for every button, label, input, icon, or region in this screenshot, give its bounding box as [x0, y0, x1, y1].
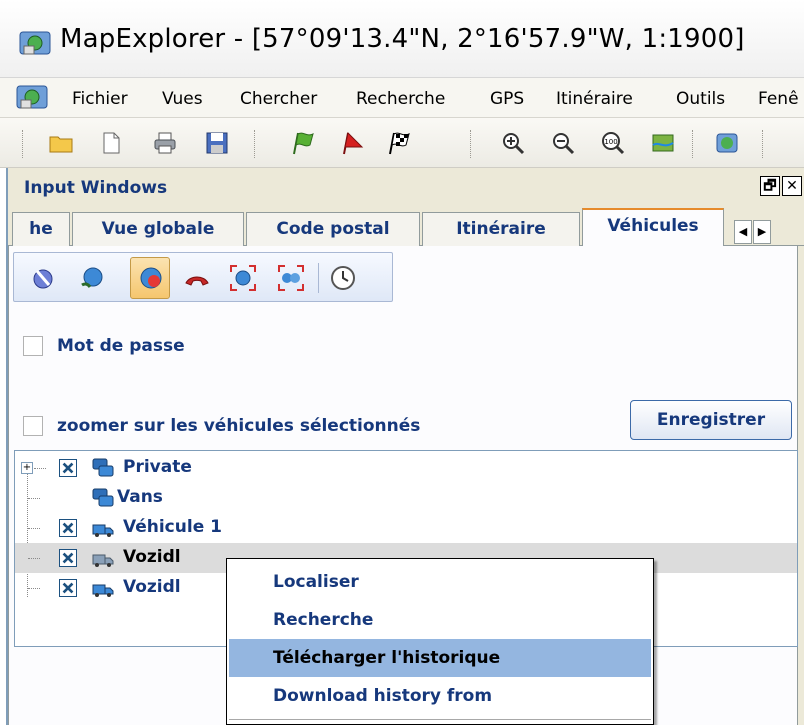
window-title: MapExplorer - [57°09'13.4"N, 2°16'57.9"W… [60, 24, 745, 54]
clock-icon[interactable] [328, 263, 358, 293]
tree-item-label: Vozidl [123, 547, 181, 567]
menu-vues[interactable]: Vues [162, 89, 203, 109]
red-flag-icon[interactable] [340, 130, 366, 156]
password-checkbox[interactable] [23, 336, 43, 356]
menu-item-download-history[interactable]: Télécharger l'historique [229, 639, 651, 677]
toolbar-grip [22, 130, 24, 158]
globe-user-icon[interactable] [136, 263, 166, 293]
menu-separator [229, 719, 651, 720]
tree-item-label: Vozidl [123, 577, 181, 597]
tree-row-private[interactable]: + Private [15, 453, 797, 483]
save-icon[interactable] [204, 130, 230, 156]
menu-chercher[interactable]: Chercher [240, 89, 317, 109]
menu-recherche[interactable]: Recherche [356, 89, 445, 109]
tree-connector [34, 468, 46, 469]
phone-satellite-icon[interactable] [76, 263, 106, 293]
green-flag-icon[interactable] [290, 130, 316, 156]
vehicle-toolbar [13, 252, 393, 302]
tree-connector [28, 528, 40, 529]
print-icon[interactable] [152, 130, 178, 156]
save-button[interactable]: Enregistrer [630, 400, 792, 440]
tree-connector [28, 558, 40, 559]
menu-gps[interactable]: GPS [490, 89, 524, 109]
tree-connector [28, 498, 40, 499]
menu-fenetre[interactable]: Fenê [758, 89, 799, 109]
tab-vue-globale[interactable]: Vue globale [72, 212, 244, 246]
expand-icon[interactable]: + [21, 462, 33, 474]
truck-icon [92, 554, 114, 567]
zoom-selected-checkbox[interactable] [23, 416, 43, 436]
menu-bar: Fichier Vues Chercher Recherche GPS Itin… [0, 78, 804, 118]
open-folder-icon[interactable] [48, 130, 74, 156]
svg-text:100: 100 [604, 138, 617, 146]
toolbar-separator [692, 130, 694, 158]
menu-item-recherche[interactable]: Recherche [229, 601, 651, 639]
main-toolbar: 100 [0, 118, 804, 168]
tree-connector [28, 588, 40, 589]
target-scan-icon[interactable] [228, 263, 258, 293]
toolbar-separator [470, 130, 472, 158]
vehicle-group-icon [92, 458, 114, 477]
menu-item-localiser[interactable]: Localiser [229, 563, 651, 601]
mapexplorer-app-icon [19, 31, 51, 55]
close-button[interactable]: ✕ [782, 176, 802, 196]
panel-header: Input Windows 🗗 ✕ [8, 168, 804, 204]
group-scan-icon[interactable] [276, 263, 306, 293]
tab-scroll-left-button[interactable]: ◀ [734, 220, 752, 244]
zoom-out-icon[interactable] [550, 130, 576, 156]
checked-box-icon[interactable] [59, 519, 77, 537]
vehicle-toolbar-separator [318, 263, 319, 293]
map-view-icon[interactable] [650, 130, 676, 156]
checkered-flag-icon[interactable] [386, 130, 412, 156]
tree-row-vans[interactable]: Vans [15, 483, 797, 513]
restore-button[interactable]: 🗗 [760, 176, 780, 196]
zoom-selected-label: zoomer sur les véhicules sélectionnés [57, 416, 421, 436]
phone-hangup-icon[interactable] [182, 263, 212, 293]
checked-box-icon[interactable] [59, 459, 77, 477]
checked-box-icon[interactable] [59, 549, 77, 567]
app-menu-icon[interactable] [15, 82, 49, 112]
new-document-icon[interactable] [98, 130, 124, 156]
checked-box-icon[interactable] [59, 579, 77, 597]
menu-itineraire[interactable]: Itinéraire [556, 89, 633, 109]
satellite-icon[interactable] [28, 263, 58, 293]
vehicle-group-icon [92, 488, 114, 507]
tree-item-label: Private [123, 457, 192, 477]
password-label: Mot de passe [57, 336, 185, 356]
zoom-in-icon[interactable] [500, 130, 526, 156]
tab-code-postal[interactable]: Code postal [246, 212, 420, 246]
globe-icon[interactable] [714, 130, 740, 156]
tab-recherche[interactable]: he [12, 212, 70, 246]
tree-item-label: Vans [117, 487, 163, 507]
tab-scroll-right-button[interactable]: ▶ [753, 220, 771, 244]
tab-itineraire[interactable]: Itinéraire [422, 212, 580, 246]
truck-icon [92, 524, 114, 537]
toolbar-separator [254, 130, 256, 158]
zoom-100-icon[interactable]: 100 [600, 130, 626, 156]
menu-outils[interactable]: Outils [676, 89, 725, 109]
panel-title: Input Windows [24, 178, 168, 198]
tab-vehicules[interactable]: Véhicules [582, 208, 724, 247]
menu-item-download-history-from[interactable]: Download history from [229, 677, 651, 715]
context-menu: Localiser Recherche Télécharger l'histor… [226, 558, 654, 725]
toolbar-separator [762, 130, 764, 158]
tree-row-vehicule-1[interactable]: Véhicule 1 [15, 513, 797, 543]
truck-icon [92, 584, 114, 597]
menu-fichier[interactable]: Fichier [72, 89, 128, 109]
tree-item-label: Véhicule 1 [123, 517, 222, 537]
tab-strip: he Vue globale Code postal Itinéraire Vé… [8, 208, 804, 247]
title-bar: MapExplorer - [57°09'13.4"N, 2°16'57.9"W… [0, 0, 804, 78]
